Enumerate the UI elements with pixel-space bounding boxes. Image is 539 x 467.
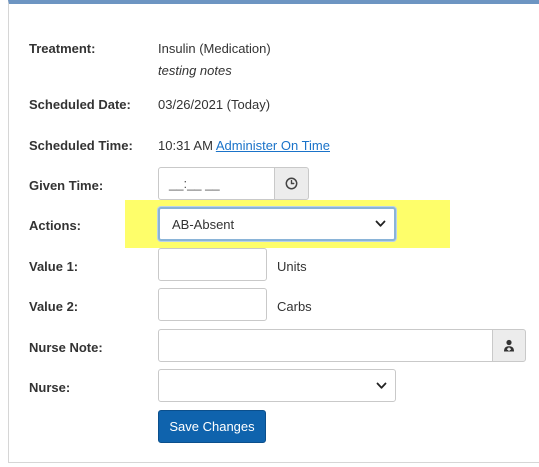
nurse-select[interactable] bbox=[158, 369, 396, 402]
administer-on-time-link[interactable]: Administer On Time bbox=[216, 138, 330, 153]
given-time-input[interactable]: __:__ __ bbox=[158, 167, 275, 200]
treatment-value: Insulin (Medication) bbox=[158, 41, 271, 56]
nurse-icon bbox=[504, 339, 514, 352]
scheduled-time-value: 10:31 AM bbox=[158, 138, 213, 153]
actions-select[interactable]: AB-Absent bbox=[158, 207, 396, 241]
clock-icon bbox=[285, 177, 298, 190]
given-time-placeholder: __:__ __ bbox=[169, 176, 220, 191]
treatment-panel: Treatment: Insulin (Medication) testing … bbox=[8, 0, 539, 463]
scheduled-time-label: Scheduled Time: bbox=[29, 138, 133, 153]
chevron-down-icon bbox=[376, 382, 387, 389]
value2-unit: Carbs bbox=[277, 299, 312, 314]
nurse-note-addon-button[interactable] bbox=[492, 329, 526, 362]
scheduled-time-row: 10:31 AM Administer On Time bbox=[158, 138, 330, 153]
treatment-notes: testing notes bbox=[158, 63, 232, 78]
chevron-down-icon bbox=[375, 220, 386, 227]
value1-input[interactable] bbox=[158, 248, 267, 281]
actions-label: Actions: bbox=[29, 218, 81, 233]
nurse-note-label: Nurse Note: bbox=[29, 340, 103, 355]
save-changes-button[interactable]: Save Changes bbox=[158, 410, 266, 443]
value2-input[interactable] bbox=[158, 288, 267, 321]
given-time-label: Given Time: bbox=[29, 178, 104, 193]
value1-label: Value 1: bbox=[29, 259, 79, 274]
scheduled-date-label: Scheduled Date: bbox=[29, 97, 131, 112]
nurse-note-input[interactable] bbox=[158, 329, 493, 362]
scheduled-date-value: 03/26/2021 (Today) bbox=[158, 97, 271, 112]
given-time-clock-button[interactable] bbox=[274, 167, 309, 200]
treatment-label: Treatment: bbox=[29, 41, 96, 56]
value1-unit: Units bbox=[277, 259, 307, 274]
nurse-label: Nurse: bbox=[29, 380, 71, 395]
value2-label: Value 2: bbox=[29, 299, 79, 314]
actions-selected-value: AB-Absent bbox=[172, 216, 235, 232]
